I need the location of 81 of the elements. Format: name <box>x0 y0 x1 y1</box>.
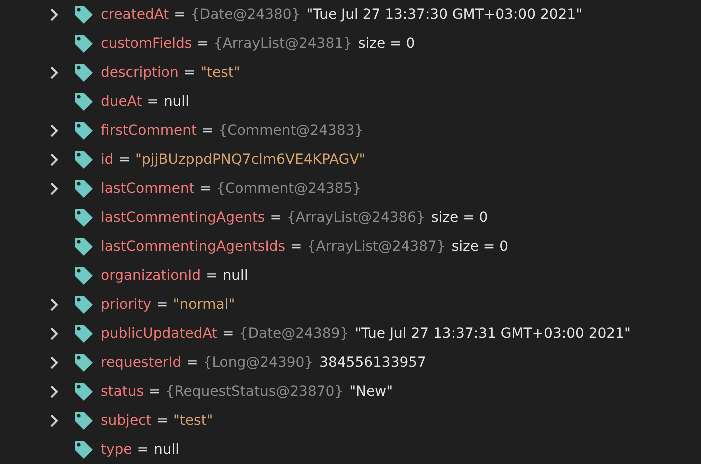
object-reference: {Long@24390} <box>203 354 314 370</box>
chevron-right-icon[interactable] <box>50 8 58 22</box>
variable-name: subject <box>101 412 152 428</box>
tag-icon <box>74 294 94 314</box>
variable-value: size = 0 <box>432 210 488 226</box>
equals-sign: = <box>197 36 209 52</box>
variable-value: null <box>154 442 180 458</box>
tag-icon <box>74 236 94 256</box>
variable-value: "Tue Jul 27 13:37:31 GMT+03:00 2021" <box>355 326 631 342</box>
tag-icon <box>74 208 94 228</box>
string-value: "normal" <box>173 296 236 312</box>
variable-name: organizationId <box>101 268 202 284</box>
string-value: "pjjBUzppdPNQ7clm6VE4KPAGV" <box>136 152 366 168</box>
equals-sign: = <box>186 354 198 370</box>
object-reference: {Date@24389} <box>239 326 350 342</box>
equals-sign: = <box>184 64 196 80</box>
object-reference: {Date@24380} <box>190 6 301 22</box>
tag-icon <box>74 92 94 112</box>
equals-sign: = <box>156 296 168 312</box>
variable-name: lastCommentingAgents <box>101 210 266 226</box>
object-reference: {ArrayList@24387} <box>307 238 446 254</box>
variable-value: size = 0 <box>452 238 508 254</box>
chevron-right-icon[interactable] <box>50 182 58 196</box>
tag-icon <box>74 382 94 402</box>
object-reference: {Comment@24385} <box>216 180 362 196</box>
tag-icon <box>74 178 94 198</box>
chevron-right-icon[interactable] <box>50 356 58 370</box>
tag-icon <box>74 62 94 82</box>
tag-icon <box>74 150 94 170</box>
tag-icon <box>74 324 94 344</box>
variable-name: dueAt <box>101 94 142 110</box>
object-reference: {RequestStatus@23870} <box>166 384 344 400</box>
equals-sign: = <box>202 122 214 138</box>
equals-sign: = <box>290 238 302 254</box>
variable-value: 384556133957 <box>320 354 426 370</box>
chevron-right-icon[interactable] <box>50 326 58 340</box>
tag-icon <box>74 266 94 286</box>
equals-sign: = <box>147 94 159 110</box>
variable-name: customFields <box>101 36 192 52</box>
string-value: "test" <box>173 412 214 428</box>
tag-icon <box>74 4 94 24</box>
tag-icon <box>74 410 94 430</box>
variable-value: null <box>222 268 248 284</box>
chevron-right-icon[interactable] <box>50 414 58 428</box>
string-value: "test" <box>200 64 240 80</box>
object-reference: {Comment@24383} <box>218 122 364 138</box>
object-reference: {ArrayList@24386} <box>286 210 426 226</box>
chevron-right-icon[interactable] <box>50 66 58 80</box>
chevron-right-icon[interactable] <box>50 152 58 166</box>
tag-icon <box>74 352 94 372</box>
variable-value: "New" <box>350 384 394 400</box>
chevron-right-icon[interactable] <box>50 384 58 398</box>
variable-value: null <box>164 94 190 110</box>
equals-sign: = <box>222 326 234 342</box>
variable-name: firstComment <box>101 122 197 138</box>
tag-icon <box>74 120 94 140</box>
variable-name: id <box>101 152 114 168</box>
variable-name: priority <box>101 296 152 312</box>
variable-name: requesterId <box>101 354 182 370</box>
variable-name: lastComment <box>101 180 195 196</box>
equals-sign: = <box>200 180 212 196</box>
variable-name: status <box>101 384 144 400</box>
object-reference: {ArrayList@24381} <box>214 36 352 52</box>
equals-sign: = <box>270 210 282 226</box>
equals-sign: = <box>118 152 131 168</box>
equals-sign: = <box>137 442 150 458</box>
equals-sign: = <box>149 384 161 400</box>
equals-sign: = <box>156 412 168 428</box>
variable-name: description <box>101 64 179 80</box>
variable-name: type <box>101 442 132 458</box>
variable-name: lastCommentingAgentsIds <box>101 238 286 254</box>
variable-name: createdAt <box>101 6 170 22</box>
chevron-right-icon[interactable] <box>50 124 58 138</box>
tag-icon <box>74 34 94 54</box>
chevron-right-icon[interactable] <box>50 298 58 312</box>
variable-name: publicUpdatedAt <box>101 326 218 342</box>
variable-value: "Tue Jul 27 13:37:30 GMT+03:00 2021" <box>306 6 583 22</box>
equals-sign: = <box>174 6 186 22</box>
tag-icon <box>74 440 94 460</box>
equals-sign: = <box>206 268 218 284</box>
variable-value: size = 0 <box>358 36 416 52</box>
